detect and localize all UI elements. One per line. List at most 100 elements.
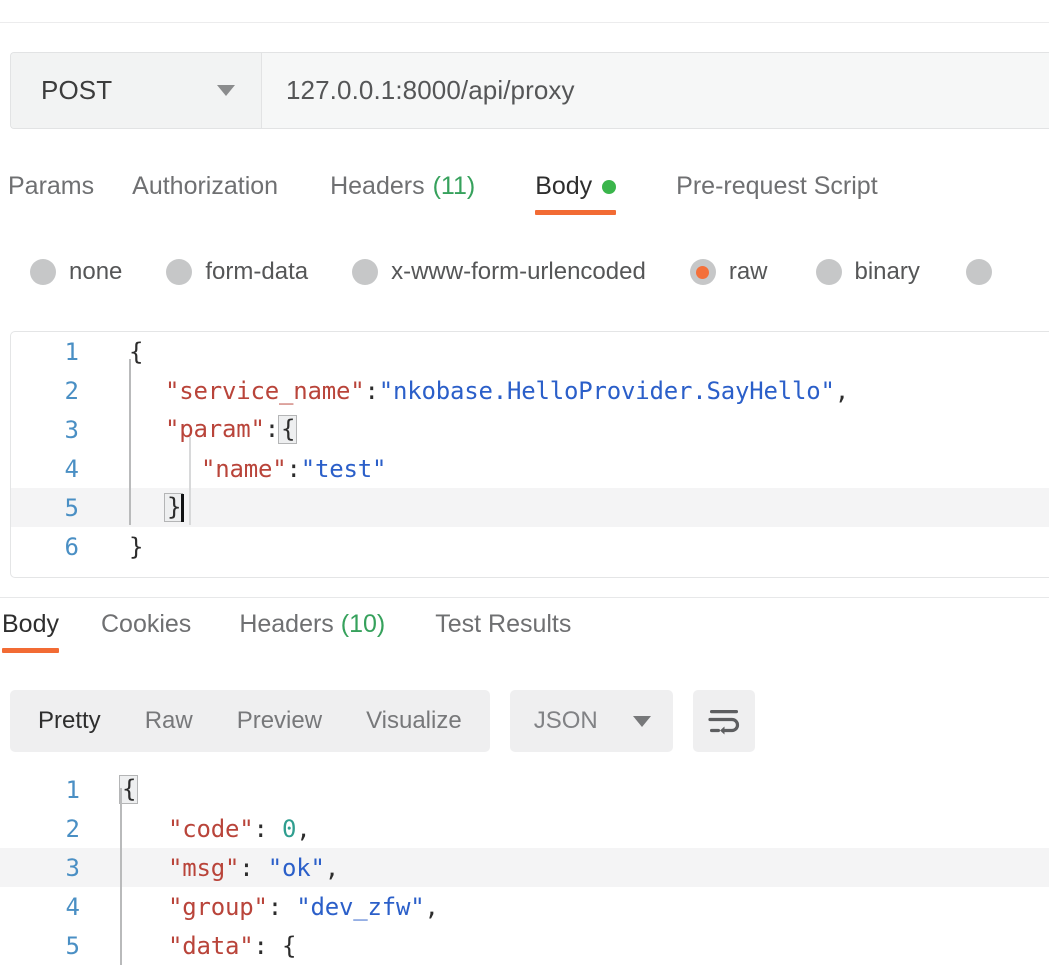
response-body-editor[interactable]: 1{2 "code": 0, 3 "msg": "ok", 4 "group": "dev…	[0, 770, 1049, 965]
line-number: 1	[64, 337, 79, 366]
code-token-key: "code"	[168, 814, 254, 843]
radio-button-icon	[166, 259, 193, 285]
code-token-key: "service_name"	[165, 376, 365, 405]
body-type-radio-form-data[interactable]: form-data	[166, 258, 308, 286]
request-url-bar: POST 127.0.0.1:8000/api/proxy	[10, 52, 1049, 129]
code-token-punct: ,	[324, 853, 339, 882]
code-token-punct: :	[286, 454, 301, 483]
code-line-content: "param":{	[93, 415, 298, 444]
indent-guide	[129, 359, 131, 525]
code-line: 1{	[0, 770, 1049, 809]
http-method-select[interactable]: POST	[11, 53, 262, 128]
request-url-input[interactable]: 127.0.0.1:8000/api/proxy	[262, 53, 1049, 128]
response-tab-headers[interactable]: Headers (10)	[239, 610, 385, 653]
line-number: 1	[65, 775, 80, 804]
radio-button-icon	[965, 259, 992, 285]
code-line-content: }	[93, 533, 143, 561]
line-number: 5	[65, 931, 80, 960]
code-token-key: "name"	[201, 454, 287, 483]
request-tab-headers[interactable]: Headers (11)	[330, 172, 475, 215]
code-line-content: "name":"test"	[93, 455, 386, 483]
body-type-radio-group: none form-data x-www-form-urlencoded raw bin…	[0, 252, 1049, 292]
text-cursor	[181, 494, 185, 522]
code-line: 4 "name":"test"	[11, 449, 1049, 488]
request-tab-label: Params	[8, 172, 95, 200]
active-tab-underline	[535, 210, 617, 215]
response-view-visualize[interactable]: Visualize	[344, 690, 484, 752]
line-number: 3	[65, 853, 80, 882]
response-view-label: Raw	[144, 707, 193, 734]
code-line-content: "msg": "ok",	[94, 854, 339, 882]
code-line-content: }	[93, 493, 185, 522]
response-view-raw[interactable]: Raw	[123, 690, 215, 752]
response-tab-bar: Body Cookies Headers (10) Test Results	[0, 610, 1049, 662]
code-token-str: "nkobase.HelloProvider.SayHello"	[378, 376, 835, 405]
postman-request-response-panel: POST 127.0.0.1:8000/api/proxy Params Auth…	[0, 0, 1049, 965]
body-type-radio-overflow[interactable]	[965, 259, 992, 285]
line-number: 6	[64, 532, 79, 561]
response-view-preview[interactable]: Preview	[215, 690, 344, 752]
code-line: 4 "group": "dev_zfw",	[0, 887, 1049, 926]
line-number: 5	[64, 493, 79, 522]
code-token-punct: :	[264, 415, 279, 443]
response-tab-cookies[interactable]: Cookies	[101, 610, 191, 653]
request-body-editor[interactable]: 1{2 "service_name":"nkobase.HelloProvider…	[10, 331, 1049, 578]
response-tab-label: Test Results	[435, 610, 572, 638]
request-tab-authorization[interactable]: Authorization	[132, 172, 278, 215]
response-tab-test-results[interactable]: Test Results	[435, 610, 571, 653]
request-tab-pre-request-script[interactable]: Pre-request Script	[676, 172, 877, 215]
radio-button-icon	[352, 259, 379, 285]
response-tab-label: Body	[2, 610, 59, 638]
body-type-radio-label: form-data	[205, 258, 309, 285]
radio-button-icon	[689, 259, 716, 285]
response-view-label: Pretty	[38, 707, 101, 734]
response-view-pretty[interactable]: Pretty	[16, 690, 123, 752]
body-type-radio-label: raw	[728, 258, 768, 285]
response-view-label: Preview	[236, 707, 323, 734]
body-type-radio-label: binary	[854, 258, 920, 285]
body-type-radio-label: none	[69, 258, 123, 285]
code-line-content: "data": {	[94, 932, 296, 960]
body-type-radio-raw[interactable]: raw	[689, 258, 768, 286]
response-tab-label: Cookies	[100, 610, 192, 638]
line-number: 2	[65, 814, 80, 843]
code-token-str: "dev_zfw"	[296, 892, 425, 921]
code-token-punct: {	[129, 337, 144, 366]
word-wrap-icon	[708, 710, 739, 735]
body-type-radio-binary[interactable]: binary	[815, 258, 920, 286]
code-token-punct: {	[282, 931, 297, 960]
top-divider	[0, 22, 1049, 23]
code-token-punct: :	[253, 814, 282, 843]
code-token-punct: ,	[424, 892, 439, 921]
line-number: 3	[64, 415, 79, 444]
response-format-select[interactable]: JSON	[509, 690, 673, 752]
response-section-divider	[0, 597, 1049, 598]
request-tab-body[interactable]: Body	[535, 172, 617, 215]
response-format-label: JSON	[533, 707, 598, 734]
code-line-content: "group": "dev_zfw",	[94, 893, 439, 921]
code-token-key: "group"	[168, 892, 268, 921]
response-tab-body[interactable]: Body	[2, 610, 59, 653]
code-token-str: "ok"	[267, 853, 325, 882]
code-token-key: "param"	[165, 415, 265, 443]
response-view-mode-group: Pretty Raw Preview Visualize	[10, 690, 490, 752]
code-line: 5}	[11, 488, 1049, 527]
matching-brace-highlight: {	[278, 415, 298, 444]
response-toolbar: Pretty Raw Preview Visualize JSON	[10, 690, 755, 752]
code-token-key: "data"	[168, 931, 254, 960]
http-method-label: POST	[41, 75, 113, 105]
line-number: 4	[65, 892, 80, 921]
indent-guide	[189, 437, 191, 525]
code-line-content: "code": 0,	[94, 815, 311, 843]
code-line: 6}	[11, 527, 1049, 566]
body-type-radio-x-www-form-urlencoded[interactable]: x-www-form-urlencoded	[352, 258, 646, 286]
request-tab-params[interactable]: Params	[8, 172, 94, 215]
code-line: 2 "code": 0,	[0, 809, 1049, 848]
code-line-content: "service_name":"nkobase.HelloProvider.Sa…	[93, 377, 849, 405]
chevron-down-icon	[217, 85, 235, 96]
code-line: 3 "msg": "ok",	[0, 848, 1049, 887]
word-wrap-button[interactable]	[692, 690, 755, 752]
code-token-punct: :	[239, 853, 268, 882]
body-type-radio-none[interactable]: none	[30, 258, 122, 286]
code-token-punct: ,	[296, 814, 311, 843]
